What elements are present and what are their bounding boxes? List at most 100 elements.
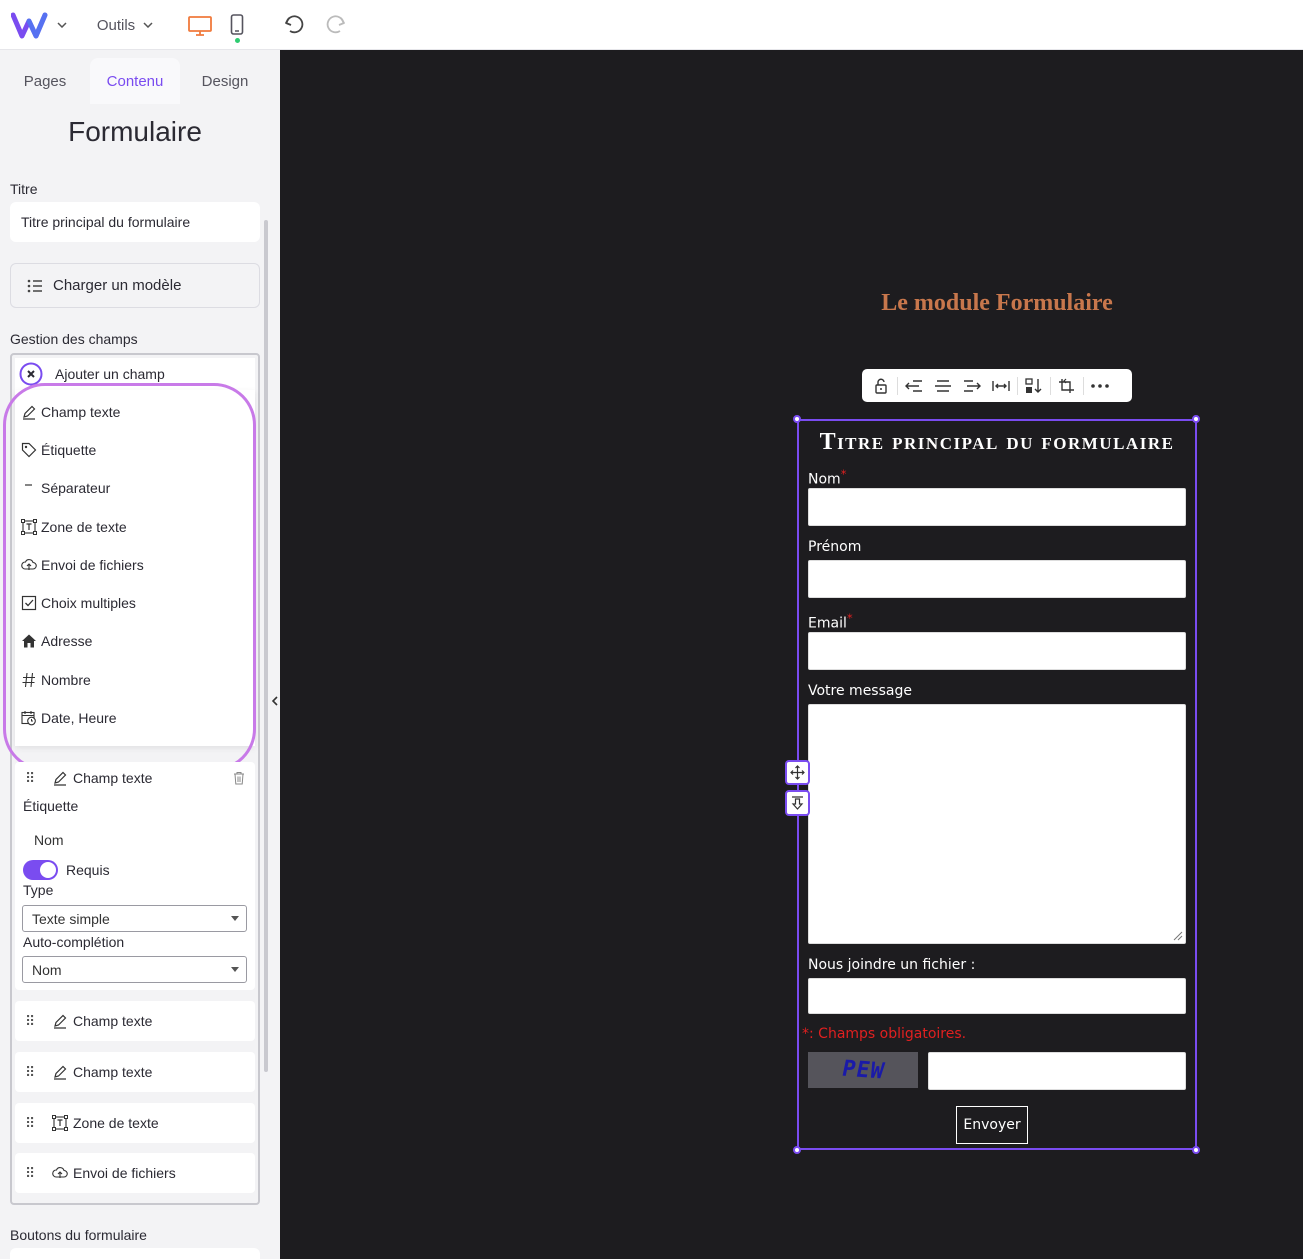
active-dot bbox=[234, 37, 240, 43]
tab-contenu[interactable]: Contenu bbox=[90, 58, 180, 104]
cloud-upload-icon bbox=[51, 1164, 69, 1182]
form-field-label: Email* bbox=[808, 611, 853, 632]
file-input[interactable] bbox=[808, 978, 1186, 1014]
add-field-label: Ajouter un champ bbox=[55, 366, 165, 382]
submit-button[interactable]: Envoyer bbox=[956, 1106, 1028, 1144]
caret-down-icon bbox=[231, 967, 239, 972]
panel-scrollbar[interactable] bbox=[264, 220, 268, 1072]
insert-below-button[interactable] bbox=[785, 790, 810, 816]
align-left-icon[interactable] bbox=[901, 373, 927, 399]
content-panel: Pages Contenu Design Formulaire Titre Ti… bbox=[0, 50, 270, 1259]
required-toggle[interactable] bbox=[23, 860, 58, 880]
form-field-label: Votre message bbox=[808, 683, 912, 699]
trash-icon[interactable] bbox=[233, 771, 245, 785]
required-label: Requis bbox=[66, 862, 110, 878]
redo-button[interactable] bbox=[322, 12, 348, 38]
field-row[interactable]: ⠿ Champ texte bbox=[15, 1001, 255, 1041]
undo-button[interactable] bbox=[282, 12, 308, 38]
top-toolbar: Outils bbox=[0, 0, 1303, 50]
transform-icon[interactable] bbox=[1054, 373, 1080, 399]
type-caption: Type bbox=[23, 882, 54, 898]
label-value-input[interactable]: Nom bbox=[23, 826, 247, 854]
required-note-text: : Champs obligatoires. bbox=[809, 1026, 967, 1042]
full-width-icon[interactable] bbox=[988, 373, 1014, 399]
submit-label: Envoyer bbox=[963, 1117, 1021, 1133]
field-row-label: Zone de texte bbox=[73, 1115, 159, 1131]
tab-label: Design bbox=[201, 72, 249, 90]
drag-handle-icon[interactable]: ⠿ bbox=[25, 1165, 45, 1182]
chevron-left-icon bbox=[272, 696, 278, 706]
toolbar-divider bbox=[1083, 376, 1084, 395]
undo-icon bbox=[284, 15, 306, 35]
field-label-text: Email bbox=[808, 615, 847, 632]
desktop-icon bbox=[187, 15, 213, 37]
required-mark: * bbox=[840, 467, 847, 481]
drag-handle-icon[interactable]: ⠿ bbox=[25, 1064, 45, 1081]
collapse-panel-button[interactable] bbox=[270, 50, 280, 1259]
field-row-label: Envoi de fichiers bbox=[73, 1165, 176, 1181]
block-toolbar bbox=[862, 369, 1132, 402]
email-input[interactable] bbox=[808, 632, 1186, 670]
move-block-button[interactable] bbox=[785, 760, 810, 785]
resize-handle[interactable] bbox=[1192, 415, 1200, 423]
toggle-knob bbox=[40, 862, 56, 878]
tools-label: Outils bbox=[96, 16, 136, 34]
arrow-down-icon bbox=[791, 795, 804, 811]
captcha-input[interactable] bbox=[928, 1052, 1186, 1090]
app-logo-menu[interactable] bbox=[8, 10, 70, 40]
mobile-view-button[interactable] bbox=[226, 10, 248, 46]
form-field-label: Prénom bbox=[808, 539, 861, 555]
module-title: Le module Formulaire bbox=[881, 290, 1113, 316]
nom-input[interactable] bbox=[808, 488, 1186, 526]
autocomplete-select[interactable]: Nom bbox=[22, 956, 247, 983]
resize-handle[interactable] bbox=[793, 1146, 801, 1154]
buttons-section-label: Boutons du formulaire bbox=[10, 1227, 147, 1243]
load-template-button[interactable]: Charger un modèle bbox=[10, 263, 260, 308]
autocomplete-caption: Auto-complétion bbox=[23, 934, 125, 950]
field-label-text: Prénom bbox=[808, 539, 862, 555]
drag-handle-icon[interactable]: ⠿ bbox=[25, 1115, 45, 1132]
field-row-label: Champ texte bbox=[73, 1064, 153, 1080]
message-textarea[interactable] bbox=[808, 704, 1186, 944]
tab-design[interactable]: Design bbox=[180, 58, 270, 104]
load-template-label: Charger un modèle bbox=[53, 277, 182, 294]
field-label-text: Nom bbox=[808, 471, 841, 488]
resize-grip-icon[interactable] bbox=[1171, 929, 1183, 941]
toolbar-divider bbox=[897, 376, 898, 395]
pencil-icon bbox=[51, 769, 69, 787]
field-label-text: Nous joindre un fichier : bbox=[808, 957, 976, 973]
form-field-label: Nous joindre un fichier : bbox=[808, 957, 975, 973]
field-row[interactable]: ⠿ Envoi de fichiers bbox=[15, 1153, 255, 1193]
buttons-section-input[interactable] bbox=[10, 1248, 260, 1259]
layer-order-icon[interactable] bbox=[1021, 373, 1047, 399]
tab-pages[interactable]: Pages bbox=[0, 58, 90, 104]
drag-handle-icon[interactable]: ⠿ bbox=[25, 1013, 45, 1030]
type-select[interactable]: Texte simple bbox=[22, 905, 247, 932]
mobile-icon bbox=[230, 13, 244, 36]
align-center-icon[interactable] bbox=[930, 373, 956, 399]
more-icon[interactable] bbox=[1087, 373, 1113, 399]
desktop-view-button[interactable] bbox=[185, 12, 215, 40]
tools-menu[interactable]: Outils bbox=[92, 12, 158, 38]
drag-handle-icon[interactable]: ⠿ bbox=[25, 770, 45, 787]
required-note: *: Champs obligatoires. bbox=[802, 1026, 966, 1042]
unlock-icon[interactable] bbox=[868, 373, 894, 399]
align-right-icon[interactable] bbox=[959, 373, 985, 399]
field-row[interactable]: ⠿ Zone de texte bbox=[15, 1103, 255, 1143]
toolbar-divider bbox=[1050, 376, 1051, 395]
resize-handle[interactable] bbox=[793, 415, 801, 423]
prenom-input[interactable] bbox=[808, 560, 1186, 598]
expanded-field-title: Champ texte bbox=[73, 770, 153, 786]
captcha-text: PEW bbox=[839, 1056, 887, 1084]
title-input[interactable]: Titre principal du formulaire bbox=[10, 202, 260, 242]
tab-label: Pages bbox=[23, 72, 67, 90]
expanded-field-header[interactable]: ⠿ Champ texte bbox=[15, 766, 255, 790]
field-label-text: Votre message bbox=[808, 683, 912, 699]
caret-down-icon bbox=[231, 916, 239, 921]
title-input-value: Titre principal du formulaire bbox=[21, 214, 191, 230]
field-row[interactable]: ⠿ Champ texte bbox=[15, 1052, 255, 1092]
redo-icon bbox=[324, 15, 346, 35]
highlight-ring bbox=[3, 383, 256, 771]
resize-handle[interactable] bbox=[1192, 1146, 1200, 1154]
chevron-down-icon bbox=[143, 22, 153, 28]
